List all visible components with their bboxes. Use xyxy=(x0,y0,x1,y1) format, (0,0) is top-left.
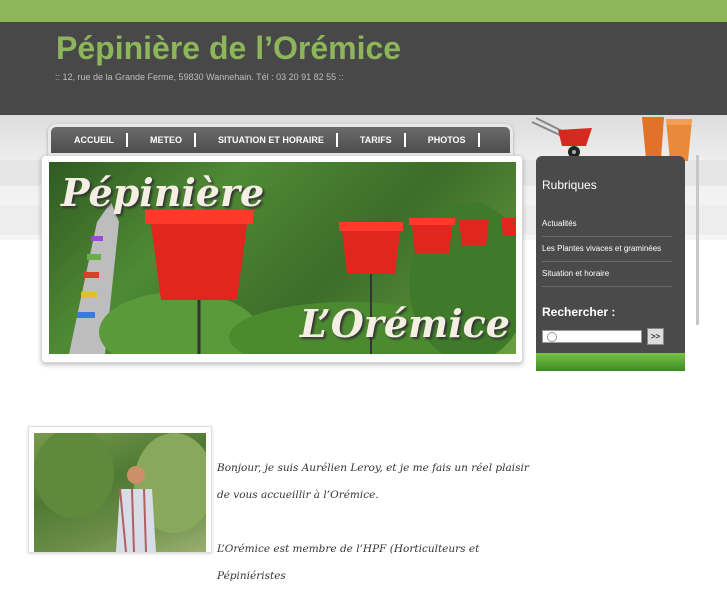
banner-image: Pépinière L’Orémice xyxy=(49,162,516,354)
search-icon xyxy=(547,332,557,342)
intro-paragraph: L’Orémice est membre de l’HPF (Horticult… xyxy=(217,543,480,582)
banner-frame: Pépinière L’Orémice xyxy=(41,155,523,363)
intro-text: Bonjour, je suis Aurélien Leroy, et je m… xyxy=(217,455,537,590)
sidebar: Rubriques Actualités Les Plantes vivaces… xyxy=(536,156,685,371)
nav-item-accueil[interactable]: ACCUEIL xyxy=(63,133,139,147)
sidebar-divider xyxy=(542,286,672,287)
nav-separator xyxy=(335,133,338,147)
person-figure xyxy=(34,433,206,552)
sidebar-divider xyxy=(542,236,672,237)
banner-title-line1: Pépinière xyxy=(61,170,265,215)
nav-separator xyxy=(403,133,406,147)
nav-label: TARIFS xyxy=(359,135,392,145)
owner-photo xyxy=(34,433,206,552)
sidebar-link-situation[interactable]: Situation et horaire xyxy=(542,269,609,278)
nav-label: PHOTOS xyxy=(427,135,466,145)
search-input[interactable] xyxy=(542,330,642,343)
decorative-pole xyxy=(696,155,699,325)
nav-separator xyxy=(126,133,128,147)
nav-separator xyxy=(194,133,197,147)
site-title[interactable]: Pépinière de l’Orémice xyxy=(56,30,401,67)
wheelbarrow-icon xyxy=(531,117,592,158)
nav-item-tarifs[interactable]: TARIFS xyxy=(349,133,417,147)
sidebar-link-actualites[interactable]: Actualités xyxy=(542,219,577,228)
nav-item-photos[interactable]: PHOTOS xyxy=(417,133,491,147)
intro-paragraph: Bonjour, je suis Aurélien Leroy, et je m… xyxy=(217,462,529,501)
nav-item-meteo[interactable]: METEO xyxy=(139,133,207,147)
site-address: :: 12, rue de la Grande Ferme, 59830 Wan… xyxy=(55,72,344,82)
search-heading: Rechercher : xyxy=(542,305,616,319)
main-nav: ACCUEIL METEO SITUATION ET HORAIRE TARIF… xyxy=(48,124,513,156)
nav-item-situation[interactable]: SITUATION ET HORAIRE xyxy=(207,133,349,147)
nav-label: SITUATION ET HORAIRE xyxy=(218,135,324,145)
site-header: Pépinière de l’Orémice :: 12, rue de la … xyxy=(0,22,727,115)
grass-decoration xyxy=(536,353,685,371)
top-accent-bar xyxy=(0,0,727,22)
nav-label: ACCUEIL xyxy=(74,135,114,145)
nav-separator xyxy=(477,133,480,147)
sidebar-heading: Rubriques xyxy=(542,178,597,192)
sidebar-link-plantes[interactable]: Les Plantes vivaces et graminées xyxy=(542,244,661,253)
search-button[interactable]: >> xyxy=(647,328,664,345)
owner-photo-frame xyxy=(28,426,212,553)
sidebar-divider xyxy=(542,261,672,262)
nav-label: METEO xyxy=(150,135,183,145)
banner-title-line2: L’Orémice xyxy=(299,301,510,346)
